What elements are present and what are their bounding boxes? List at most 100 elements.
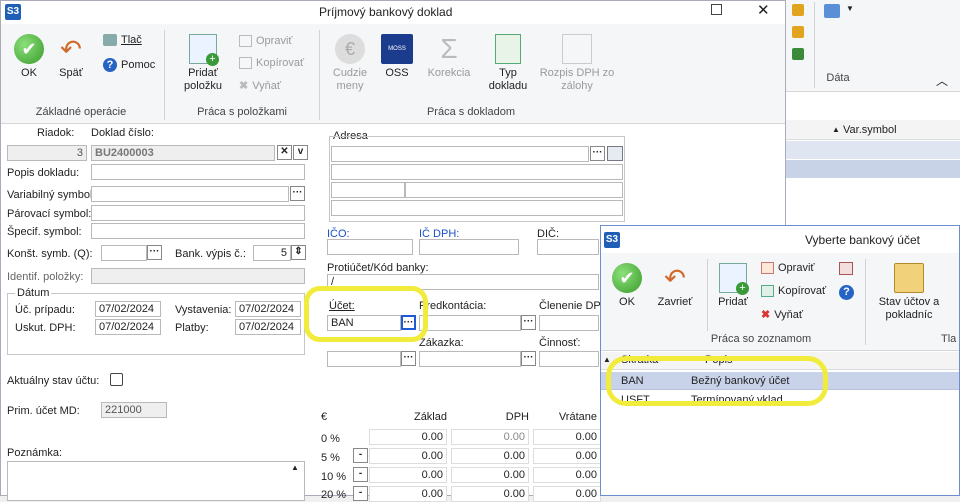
vat-10-field[interactable]: 0.00 xyxy=(451,467,529,483)
back-button[interactable]: ↶ Späť xyxy=(51,34,91,80)
lock-icon[interactable] xyxy=(792,4,804,16)
const-symbol-field[interactable] xyxy=(101,245,147,261)
address-book-icon[interactable] xyxy=(607,146,623,161)
accounts-state-button[interactable]: Stav účtov a pokladníc xyxy=(871,263,947,322)
pair-symbol-field[interactable] xyxy=(91,205,305,221)
payment-date-label: Platby: xyxy=(175,322,209,334)
bank-stmt-field[interactable]: 5 xyxy=(253,245,291,261)
order-ellipsis-button[interactable]: ··· xyxy=(521,351,536,366)
doc-number-field[interactable]: BU2400003 xyxy=(91,145,275,161)
returned-20-field[interactable]: 0.00 xyxy=(533,486,601,502)
scroll-up-icon[interactable]: ▲ xyxy=(291,463,299,472)
base-10-field[interactable]: 0.00 xyxy=(369,467,447,483)
dialog-ok-button[interactable]: ✔ OK xyxy=(607,263,647,309)
add-item-button[interactable]: + Pridať položku xyxy=(175,34,231,93)
data-icon[interactable] xyxy=(824,4,840,18)
undo-arrow-icon: ↶ xyxy=(60,34,82,64)
precontation-ellipsis-button[interactable]: ··· xyxy=(521,315,536,330)
print-list-icon[interactable] xyxy=(839,262,853,275)
address-line-2[interactable] xyxy=(331,164,623,180)
correction-button[interactable]: Σ Korekcia xyxy=(421,34,477,80)
vat-20-field[interactable]: 0.00 xyxy=(451,486,529,502)
address-line-1[interactable] xyxy=(331,146,589,162)
current-state-checkbox[interactable] xyxy=(110,373,123,386)
base-5-field[interactable]: 0.00 xyxy=(369,448,447,464)
base-20-field[interactable]: 0.00 xyxy=(369,486,447,502)
edit-button[interactable]: Opraviť xyxy=(239,35,293,47)
vat-rate-10-menu-button[interactable]: - xyxy=(353,467,368,482)
counter-account-label: Protiúčet/Kód banky: xyxy=(327,262,429,274)
division-field[interactable] xyxy=(539,315,599,331)
copy-icon xyxy=(239,57,252,69)
vat-date-field[interactable]: 07/02/2024 xyxy=(95,319,161,335)
vat-rate-5-menu-button[interactable]: - xyxy=(353,448,368,463)
dialog-list-group-label: Práca so zoznamom xyxy=(710,333,812,345)
const-symbol-ellipsis-button[interactable]: ··· xyxy=(147,245,162,260)
sort-icon[interactable]: ▲ xyxy=(832,125,840,134)
dropdown-arrow-icon[interactable]: ▼ xyxy=(846,4,854,13)
lock-icon[interactable] xyxy=(792,26,804,38)
ic-dph-field[interactable] xyxy=(419,239,519,255)
dialog-add-button[interactable]: + Pridať xyxy=(713,263,753,309)
undo-arrow-icon: ↶ xyxy=(664,263,686,293)
note-textarea[interactable] xyxy=(7,461,305,501)
vat-breakdown-button[interactable]: Rozpis DPH zo zálohy xyxy=(539,34,615,93)
chevron-down-icon[interactable]: v xyxy=(293,145,308,160)
maximize-icon[interactable] xyxy=(711,4,722,15)
item-id-field[interactable] xyxy=(91,268,305,284)
dialog-edit-button[interactable]: Opraviť xyxy=(761,262,815,274)
address-city[interactable] xyxy=(405,182,623,198)
desc-field[interactable] xyxy=(91,164,305,180)
bank-stmt-spin-button[interactable]: ⇕ xyxy=(291,245,306,260)
doc-type-button[interactable]: Typ dokladu xyxy=(483,34,533,93)
dialog-close-button[interactable]: ↶ Zavrieť xyxy=(651,263,699,309)
vat-rate-20-menu-button[interactable]: - xyxy=(353,486,368,501)
vat-0-field[interactable]: 0.00 xyxy=(451,429,529,445)
returned-5-field[interactable]: 0.00 xyxy=(533,448,601,464)
oss-button[interactable]: MOSS OSS xyxy=(377,34,417,80)
precontation-field[interactable] xyxy=(419,315,521,331)
copy-button[interactable]: Kopírovať xyxy=(239,57,304,69)
network-icon[interactable] xyxy=(792,48,804,60)
payment-date-field[interactable]: 07/02/2024 xyxy=(235,319,301,335)
returned-0-field[interactable]: 0.00 xyxy=(533,429,601,445)
ico-field[interactable] xyxy=(327,239,413,255)
note-label: Poznámka: xyxy=(7,447,63,459)
prim-account-label: Prim. účet MD: xyxy=(7,405,80,417)
help-icon[interactable]: ? xyxy=(839,285,854,300)
base-0-field[interactable]: 0.00 xyxy=(369,429,447,445)
remove-button[interactable]: ✖ Vyňať xyxy=(239,79,281,93)
activity-field[interactable] xyxy=(539,351,599,367)
dialog-remove-button[interactable]: ✖ Vyňať xyxy=(761,308,803,322)
issued-date-field[interactable]: 07/02/2024 xyxy=(235,301,301,317)
var-symbol-ellipsis-button[interactable]: ··· xyxy=(290,186,305,201)
print-button[interactable]: Tlač xyxy=(103,34,142,46)
ok-button[interactable]: ✔ OK xyxy=(9,34,49,80)
center-field[interactable] xyxy=(327,351,401,367)
foreign-currency-button[interactable]: € Cudzie meny xyxy=(325,34,375,93)
dialog-print-group-label: Tla xyxy=(941,333,957,345)
vat-5-field[interactable]: 0.00 xyxy=(451,448,529,464)
order-field[interactable] xyxy=(419,351,521,367)
collapse-ribbon-icon[interactable]: ︿ xyxy=(936,72,948,89)
spec-symbol-field[interactable] xyxy=(91,223,305,239)
returned-10-field[interactable]: 0.00 xyxy=(533,467,601,483)
currency-icon: € xyxy=(335,34,365,64)
address-country[interactable] xyxy=(331,200,623,216)
center-ellipsis-button[interactable]: ··· xyxy=(401,351,416,366)
prim-account-field[interactable]: 221000 xyxy=(101,402,167,418)
window-title: Príjmový bankový doklad xyxy=(319,5,453,19)
var-symbol-field[interactable] xyxy=(91,186,289,202)
help-button[interactable]: ? Pomoc xyxy=(103,58,155,72)
var-symbol-header[interactable]: Var.symbol xyxy=(843,124,897,136)
dic-field[interactable] xyxy=(537,239,599,255)
row-field[interactable]: 3 xyxy=(7,145,87,161)
vat-rate-20: 20 % xyxy=(321,489,347,501)
address-ellipsis-button[interactable]: ··· xyxy=(590,146,605,161)
address-zip[interactable] xyxy=(331,182,405,198)
add-document-icon: + xyxy=(719,263,749,295)
clear-x-icon[interactable]: ✕ xyxy=(277,145,292,160)
dialog-copy-button[interactable]: Kopírovať xyxy=(761,285,826,297)
acc-case-date-field[interactable]: 07/02/2024 xyxy=(95,301,161,317)
close-icon[interactable]: ✕ xyxy=(757,1,770,19)
